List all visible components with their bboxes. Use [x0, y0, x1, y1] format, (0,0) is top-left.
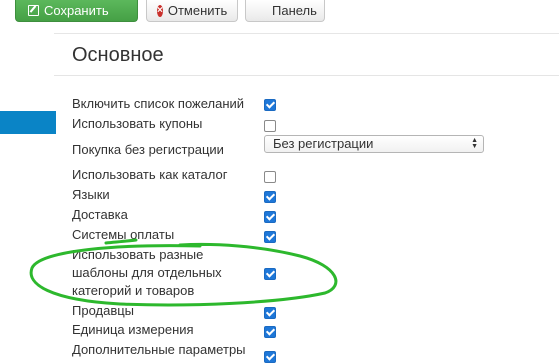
cancel-button[interactable]: × Отменить: [146, 0, 238, 22]
setting-label-templates-line2: шаблоны для отдельных: [72, 265, 222, 280]
setting-label-languages: Языки: [72, 187, 110, 202]
setting-label-shipping: Доставка: [72, 207, 128, 222]
setting-label-vendors: Продавцы: [72, 303, 135, 318]
panel-button[interactable]: Панель: [245, 0, 325, 22]
save-button[interactable]: Сохранить: [15, 0, 138, 22]
cancel-button-label: Отменить: [167, 3, 228, 18]
sidebar-active-tab[interactable]: [0, 111, 56, 134]
panel-button-label: Панель: [272, 3, 317, 18]
setting-label-coupons: Использовать купоны: [72, 116, 203, 131]
checkbox-languages[interactable]: [264, 191, 276, 203]
setting-label-units: Единица измерения: [72, 322, 194, 337]
guest-checkout-select-value: Без регистрации: [273, 136, 374, 151]
checkbox-vendors[interactable]: [264, 307, 276, 319]
section-divider: [54, 75, 559, 76]
setting-label-templates-line3: категорий и товаров: [72, 283, 195, 298]
toolbar-divider: [54, 33, 559, 34]
setting-label-wishlist: Включить список пожеланий: [72, 96, 245, 111]
setting-label-payment-systems: Системы оплаты: [72, 227, 175, 242]
setting-label-extra-params: Дополнительные параметры: [72, 342, 246, 357]
checkbox-wishlist[interactable]: [264, 99, 276, 111]
select-arrows-icon: ▲ ▼: [471, 137, 478, 150]
checkbox-payment-systems[interactable]: [264, 231, 276, 243]
checkbox-coupons[interactable]: [264, 120, 276, 132]
checkbox-shipping[interactable]: [264, 211, 276, 223]
toolbar: Сохранить × Отменить Панель: [0, 0, 559, 24]
setting-label-templates-line1: Использовать разные: [72, 247, 204, 262]
setting-label-catalog-mode: Использовать как каталог: [72, 167, 228, 182]
checkbox-catalog-mode[interactable]: [264, 171, 276, 183]
checkbox-templates[interactable]: [264, 268, 276, 280]
section-title: Основное: [72, 44, 164, 66]
checkbox-units[interactable]: [264, 326, 276, 338]
guest-checkout-select[interactable]: Без регистрации ▲ ▼: [264, 135, 484, 153]
edit-icon: [28, 5, 39, 16]
cancel-icon: ×: [157, 4, 163, 17]
setting-label-templates: Использовать разные шаблоны для отдельны…: [72, 246, 222, 300]
save-button-label: Сохранить: [44, 3, 109, 18]
setting-label-guest-checkout: Покупка без регистрации: [72, 142, 224, 157]
checkbox-extra-params[interactable]: [264, 351, 276, 363]
